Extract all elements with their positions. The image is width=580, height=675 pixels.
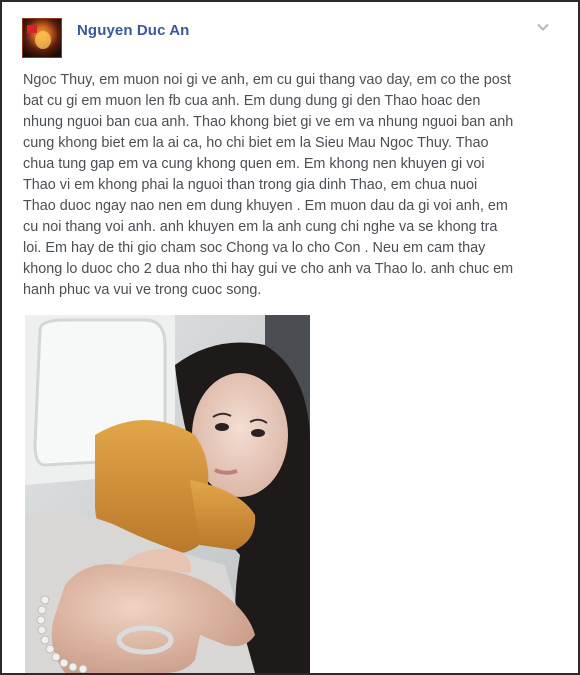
author-name-link[interactable]: Nguyen Duc An <box>77 22 189 39</box>
post-header: Nguyen Duc An <box>22 18 552 64</box>
avatar-figure-detail <box>35 31 51 49</box>
chevron-down-icon[interactable] <box>536 20 550 34</box>
avatar-flag-detail <box>27 25 37 33</box>
selfie-photo-image <box>25 315 310 673</box>
post-photo[interactable] <box>25 315 310 673</box>
post-frame: Nguyen Duc An Ngoc Thuy, em muon noi gi … <box>0 0 580 675</box>
post-body-text: Ngoc Thuy, em muon noi gi ve anh, em cu … <box>23 72 514 298</box>
author-avatar[interactable] <box>22 18 62 58</box>
